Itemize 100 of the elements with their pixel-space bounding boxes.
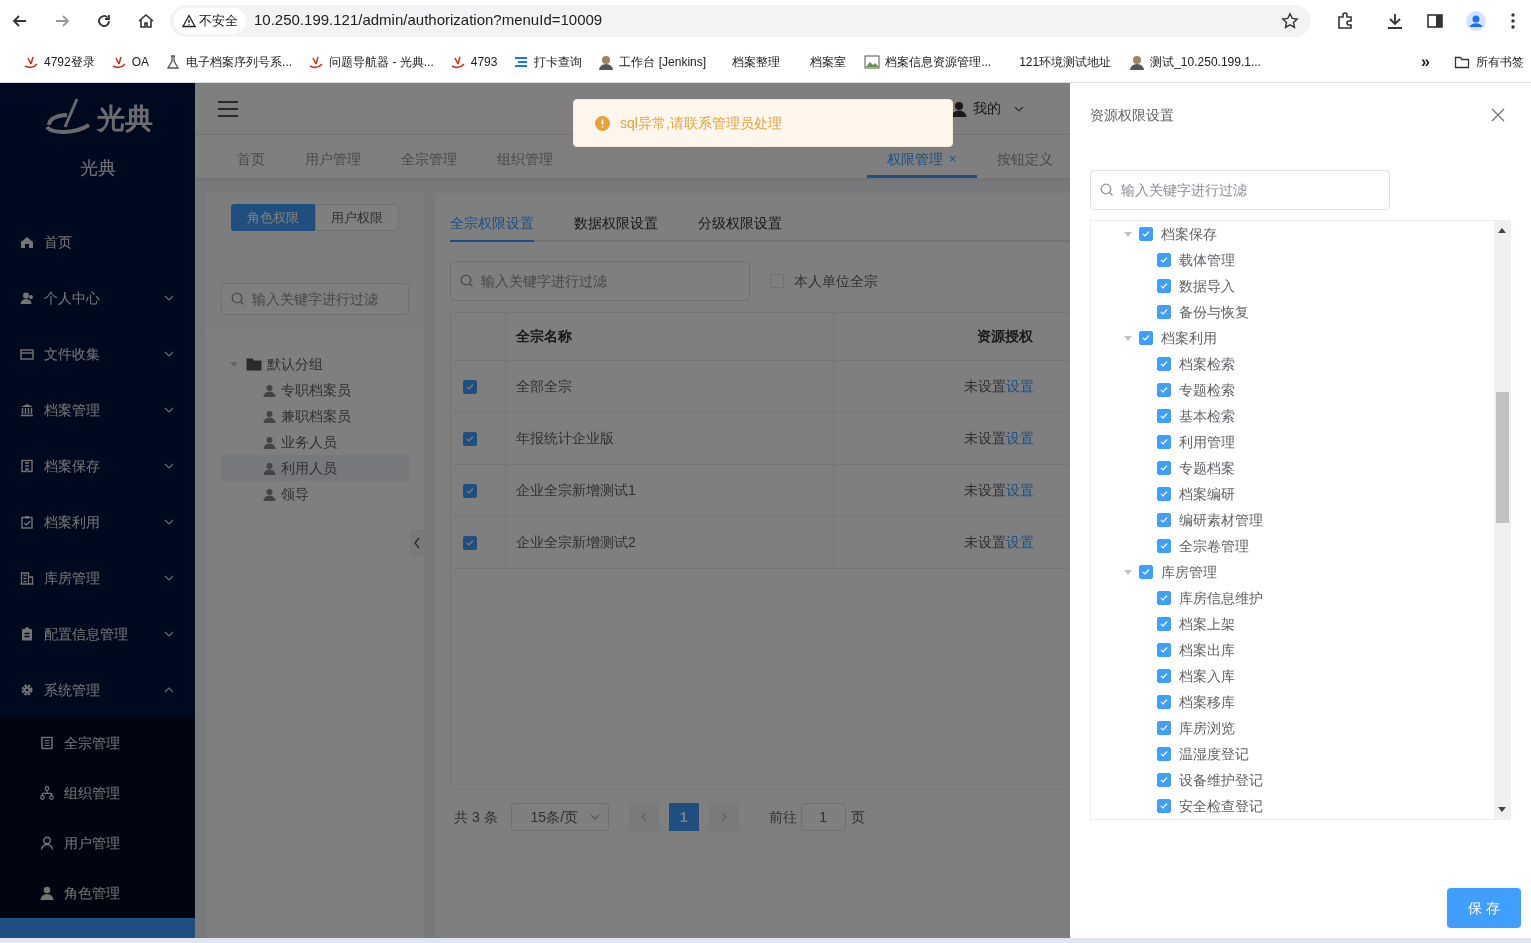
collapse-handle[interactable] <box>410 530 424 556</box>
bookmark[interactable]: 档案整理 <box>732 52 781 71</box>
search-field[interactable]: 输入关键字进行过滤 <box>450 261 750 301</box>
bookmark[interactable]: 121环境测试地址 <box>1019 52 1112 71</box>
tree-node[interactable]: 档案移库 <box>1091 689 1493 715</box>
tree-node[interactable]: 安全检查登记 <box>1091 793 1493 819</box>
checkbox[interactable] <box>1157 591 1171 605</box>
tree-node[interactable]: 领导 <box>221 481 409 507</box>
bookmark[interactable]: 测试_10.250.199.1... <box>1129 52 1261 71</box>
tree-node[interactable]: 专职档案员 <box>221 377 409 403</box>
submenu-item[interactable]: 组织管理 <box>0 768 195 818</box>
bookmark[interactable]: 打卡查询 <box>513 52 583 71</box>
tree-node[interactable]: 档案上架 <box>1091 611 1493 637</box>
checkbox[interactable] <box>1157 409 1171 423</box>
checkbox[interactable] <box>1157 383 1171 397</box>
tree-node[interactable]: 档案检索 <box>1091 351 1493 377</box>
search-field[interactable]: 输入关键字进行过滤 <box>221 283 409 315</box>
checkbox[interactable] <box>1157 799 1171 813</box>
close-icon[interactable] <box>1491 108 1505 122</box>
tree-node[interactable]: 温湿度登记 <box>1091 741 1493 767</box>
tree-node[interactable]: 库房浏览 <box>1091 715 1493 741</box>
menu-item[interactable]: 系统管理 <box>0 662 195 718</box>
tree-node[interactable]: 兼职档案员 <box>221 403 409 429</box>
tree-node[interactable]: 设备维护登记 <box>1091 767 1493 793</box>
menu-item[interactable]: 档案管理 <box>0 382 195 438</box>
menu-item[interactable]: 库房管理 <box>0 550 195 606</box>
checkbox[interactable] <box>1157 773 1171 787</box>
checkbox[interactable] <box>463 535 477 550</box>
tree-node[interactable]: 数据导入 <box>1091 273 1493 299</box>
tree-node[interactable]: 库房管理 <box>1091 559 1493 585</box>
tree-node[interactable]: 库房信息维护 <box>1091 585 1493 611</box>
section-tab[interactable]: 分级权限设置 <box>698 207 782 242</box>
checkbox[interactable] <box>1157 305 1171 319</box>
checkbox[interactable] <box>1157 461 1171 475</box>
tree-node[interactable]: 档案出库 <box>1091 637 1493 663</box>
mode-toggle[interactable]: 用户权限 <box>315 204 399 231</box>
address-bar[interactable]: 不安全 10.250.199.121/admin/authorization?menuId=10009 <box>170 4 1311 37</box>
checkbox[interactable] <box>1157 513 1171 527</box>
checkbox[interactable] <box>1139 331 1153 345</box>
checkbox[interactable] <box>463 379 477 394</box>
bookmark[interactable]: 档案室 <box>810 52 847 71</box>
bookmark[interactable]: 4792登录 <box>23 52 95 71</box>
more-bookmarks-button[interactable]: » <box>1417 49 1434 74</box>
checkbox[interactable] <box>463 431 477 446</box>
bookmark[interactable]: 4793 <box>449 52 498 71</box>
extensions-icon[interactable] <box>1335 10 1355 31</box>
checkbox[interactable] <box>1157 279 1171 293</box>
tree-node[interactable]: 专题档案 <box>1091 455 1493 481</box>
tree-node[interactable]: 利用管理 <box>1091 429 1493 455</box>
bookmark[interactable]: OA <box>110 52 150 71</box>
tree-node[interactable]: 专题检索 <box>1091 377 1493 403</box>
tree-node[interactable]: 利用人员 <box>221 455 409 481</box>
submenu-item[interactable]: 用户管理 <box>0 818 195 868</box>
checkbox[interactable] <box>1157 669 1171 683</box>
menu-item[interactable]: 文件收集 <box>0 326 195 382</box>
tree-node[interactable]: 备份与恢复 <box>1091 299 1493 325</box>
bookmark[interactable]: 工作台 [Jenkins] <box>598 52 707 71</box>
checkbox[interactable] <box>1157 643 1171 657</box>
user-menu[interactable]: 我的 <box>951 98 1025 119</box>
tree-node[interactable]: 默认分组 <box>221 351 409 377</box>
menu-item[interactable]: 配置信息管理 <box>0 606 195 662</box>
bookmark[interactable]: 档案信息资源管理... <box>864 52 992 71</box>
section-tab[interactable]: 数据权限设置 <box>574 207 658 242</box>
checkbox[interactable] <box>1157 357 1171 371</box>
tree-node[interactable]: 档案保存 <box>1091 221 1493 247</box>
tree-node[interactable]: 编研素材管理 <box>1091 507 1493 533</box>
checkbox[interactable] <box>1157 747 1171 761</box>
scrollbar-thumb[interactable] <box>1495 392 1509 523</box>
tree-node[interactable]: 全宗卷管理 <box>1091 533 1493 559</box>
checkbox[interactable] <box>1157 617 1171 631</box>
checkbox[interactable] <box>1157 695 1171 709</box>
checkbox[interactable] <box>1157 435 1171 449</box>
checkbox[interactable] <box>1157 487 1171 501</box>
checkbox[interactable] <box>463 483 477 498</box>
page-input[interactable]: 1 <box>800 803 846 831</box>
tree-node[interactable]: 业务人员 <box>221 429 409 455</box>
menu-item[interactable]: 档案利用 <box>0 494 195 550</box>
tree-node[interactable]: 档案入库 <box>1091 663 1493 689</box>
menu-item[interactable]: 首页 <box>0 214 195 270</box>
scrollbar[interactable] <box>1494 221 1510 819</box>
own-unit-checkbox[interactable]: 本人单位全宗 <box>770 270 878 292</box>
security-chip[interactable]: 不安全 <box>174 7 246 34</box>
all-bookmarks-button[interactable]: 所有书签 <box>1454 52 1524 71</box>
checkbox[interactable] <box>1157 539 1171 553</box>
save-button[interactable]: 保 存 <box>1447 888 1521 928</box>
checkbox[interactable] <box>1139 227 1153 241</box>
bookmark-star-icon[interactable] <box>1281 11 1299 30</box>
checkbox[interactable] <box>1157 253 1171 267</box>
search-field[interactable]: 输入关键字进行过滤 <box>1090 170 1390 210</box>
profile-icon[interactable] <box>1465 9 1487 32</box>
tree-node[interactable]: 基本检索 <box>1091 403 1493 429</box>
bookmark[interactable]: 问题导航器 - 光典... <box>308 52 434 71</box>
tree-node[interactable]: 档案利用 <box>1091 325 1493 351</box>
menu-item[interactable]: 个人中心 <box>0 270 195 326</box>
menu-icon[interactable] <box>217 99 239 118</box>
tree-node[interactable]: 档案编研 <box>1091 481 1493 507</box>
checkbox[interactable] <box>1139 565 1153 579</box>
tree-node[interactable]: 载体管理 <box>1091 247 1493 273</box>
menu-item[interactable]: 档案保存 <box>0 438 195 494</box>
checkbox[interactable] <box>1157 721 1171 735</box>
